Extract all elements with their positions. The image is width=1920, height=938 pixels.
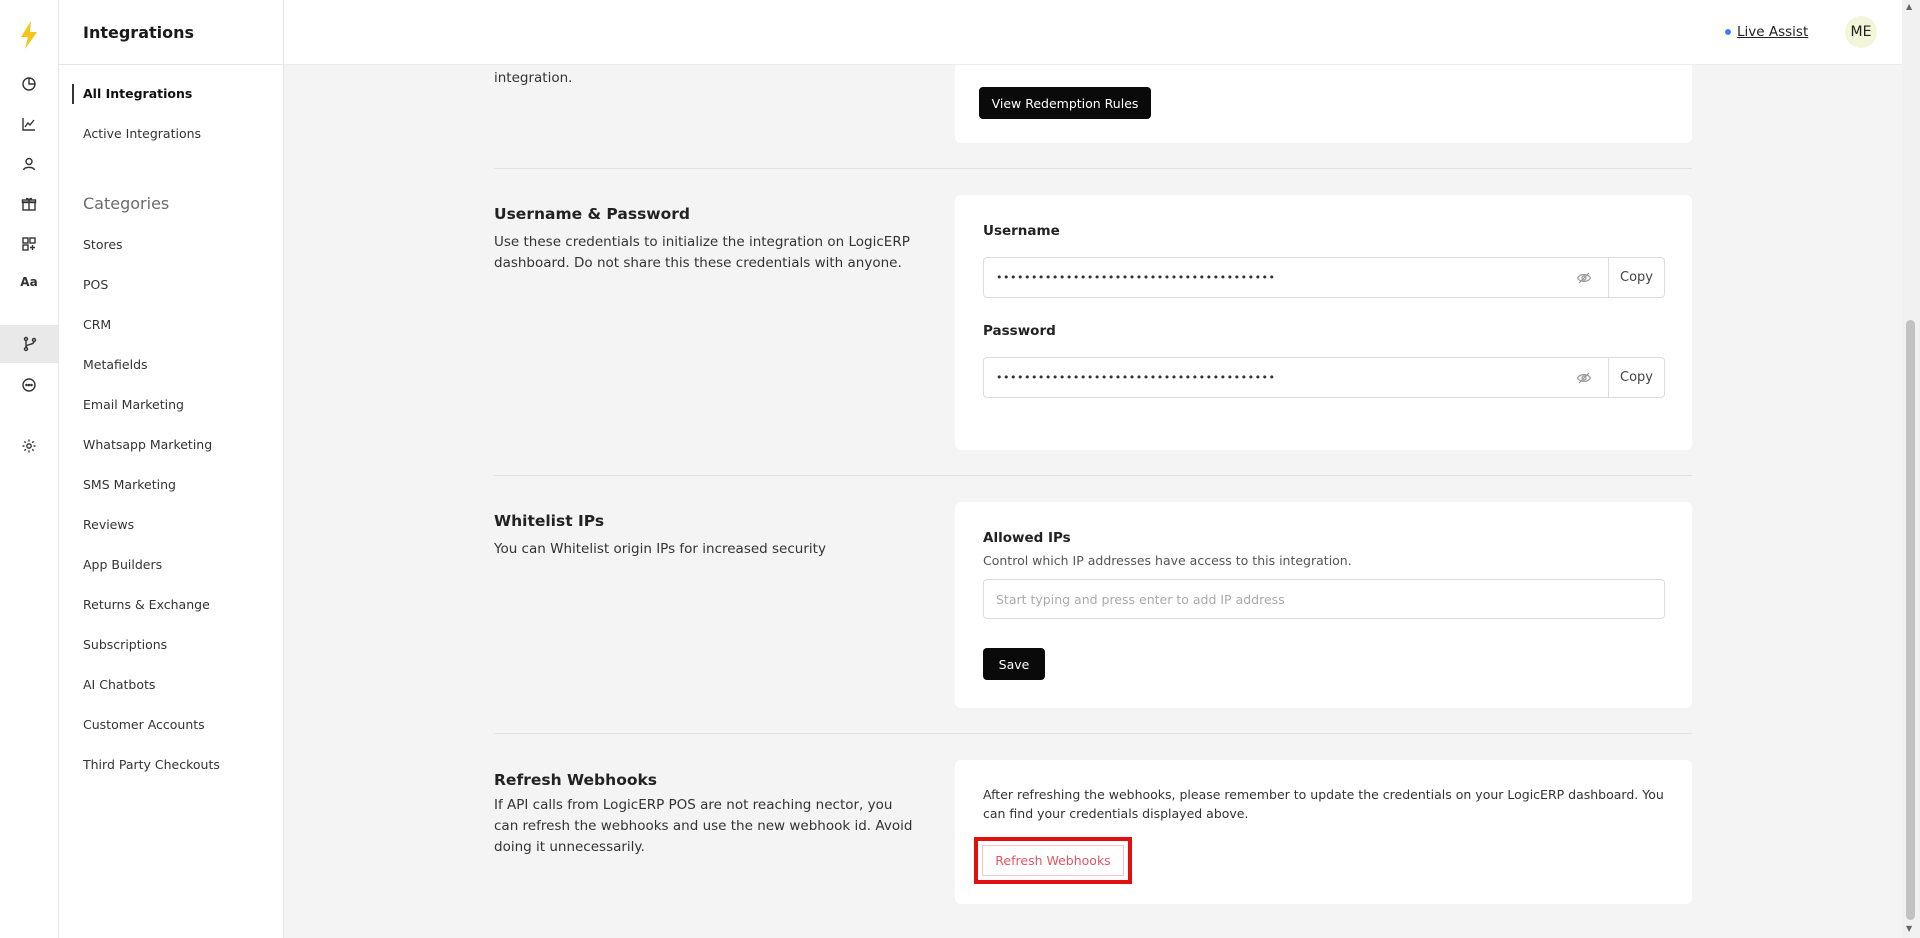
ip-address-input[interactable]: [984, 580, 1664, 618]
integrations-branch-icon[interactable]: [0, 325, 59, 363]
eye-off-icon[interactable]: [1576, 370, 1592, 386]
sidebar-title: Integrations: [59, 0, 283, 65]
section-divider: [494, 168, 1692, 169]
active-indicator: [72, 84, 74, 104]
category-app-builders[interactable]: App Builders: [83, 557, 162, 572]
whitelist-title: Whitelist IPs: [494, 512, 605, 530]
allowed-ips-sublabel: Control which IP addresses have access t…: [983, 553, 1352, 568]
view-redemption-rules-button[interactable]: View Redemption Rules: [979, 87, 1151, 119]
scroll-down-arrow-icon[interactable]: ▼: [1906, 924, 1912, 933]
category-third-party-checkouts[interactable]: Third Party Checkouts: [83, 757, 220, 772]
refresh-webhooks-button[interactable]: Refresh Webhooks: [982, 845, 1124, 876]
category-subscriptions[interactable]: Subscriptions: [83, 637, 167, 652]
webhooks-card: After refreshing the webhooks, please re…: [955, 760, 1692, 904]
section-divider: [494, 733, 1692, 734]
category-email-marketing[interactable]: Email Marketing: [83, 397, 184, 412]
copy-username-button[interactable]: Copy: [1608, 258, 1664, 297]
category-reviews[interactable]: Reviews: [83, 517, 134, 532]
pie-chart-icon[interactable]: [18, 73, 40, 95]
credentials-card: Username •••••••••••••••••••••••••••••••…: [955, 195, 1692, 450]
user-icon[interactable]: [18, 153, 40, 175]
scroll-up-arrow-icon[interactable]: ▲: [1906, 2, 1912, 11]
categories-heading: Categories: [83, 194, 170, 213]
copy-password-button[interactable]: Copy: [1608, 358, 1664, 397]
category-stores[interactable]: Stores: [83, 237, 123, 252]
user-avatar[interactable]: ME: [1845, 16, 1877, 48]
category-customer-accounts[interactable]: Customer Accounts: [83, 717, 205, 732]
credentials-desc: Use these credentials to initialize the …: [494, 234, 910, 271]
integrations-sidebar: Integrations All Integrations Active Int…: [59, 0, 284, 938]
status-dot-icon: [1725, 29, 1731, 35]
category-ai-chatbots[interactable]: AI Chatbots: [83, 677, 155, 692]
live-assist-link[interactable]: Live Assist: [1725, 24, 1808, 40]
nav-all-integrations[interactable]: All Integrations: [83, 86, 192, 101]
category-sms-marketing[interactable]: SMS Marketing: [83, 477, 176, 492]
icon-rail: Aa: [0, 0, 59, 938]
webhooks-note: After refreshing the webhooks, please re…: [983, 787, 1664, 821]
category-whatsapp-marketing[interactable]: Whatsapp Marketing: [83, 437, 212, 452]
section-divider: [494, 475, 1692, 476]
lightning-logo-icon[interactable]: [17, 20, 41, 50]
partial-section-desc: integration.: [494, 70, 573, 86]
password-masked-value: ••••••••••••••••••••••••••••••••••••••••: [996, 371, 1276, 384]
category-metafields[interactable]: Metafields: [83, 357, 148, 372]
webhooks-desc: If API calls from LogicERP POS are not r…: [494, 797, 913, 855]
category-crm[interactable]: CRM: [83, 317, 111, 332]
username-label: Username: [983, 223, 1060, 239]
settings-gear-icon[interactable]: [18, 435, 40, 457]
ip-address-field[interactable]: [983, 579, 1665, 619]
gift-icon[interactable]: [18, 193, 40, 215]
top-bar: Live Assist ME: [284, 0, 1902, 65]
nav-active-integrations[interactable]: Active Integrations: [83, 126, 201, 141]
line-chart-icon[interactable]: [18, 113, 40, 135]
save-button[interactable]: Save: [983, 648, 1045, 680]
typography-icon[interactable]: Aa: [18, 271, 40, 293]
whitelist-desc: You can Whitelist origin IPs for increas…: [494, 541, 826, 557]
live-assist-label: Live Assist: [1737, 24, 1809, 40]
password-label: Password: [983, 323, 1056, 339]
credentials-title: Username & Password: [494, 205, 690, 223]
category-returns-exchange[interactable]: Returns & Exchange: [83, 597, 210, 612]
username-field[interactable]: ••••••••••••••••••••••••••••••••••••••••…: [983, 257, 1665, 298]
category-pos[interactable]: POS: [83, 277, 108, 292]
allowed-ips-label: Allowed IPs: [983, 530, 1071, 546]
password-field[interactable]: ••••••••••••••••••••••••••••••••••••••••…: [983, 357, 1665, 398]
refresh-highlight-box: Refresh Webhooks: [974, 837, 1132, 884]
webhooks-title: Refresh Webhooks: [494, 771, 658, 789]
chat-bubble-icon[interactable]: [18, 374, 40, 396]
scrollbar-thumb[interactable]: [1906, 320, 1915, 920]
whitelist-card: Allowed IPs Control which IP addresses h…: [955, 502, 1692, 708]
username-masked-value: ••••••••••••••••••••••••••••••••••••••••: [996, 271, 1276, 284]
widgets-icon[interactable]: [18, 233, 40, 255]
eye-off-icon[interactable]: [1576, 270, 1592, 286]
